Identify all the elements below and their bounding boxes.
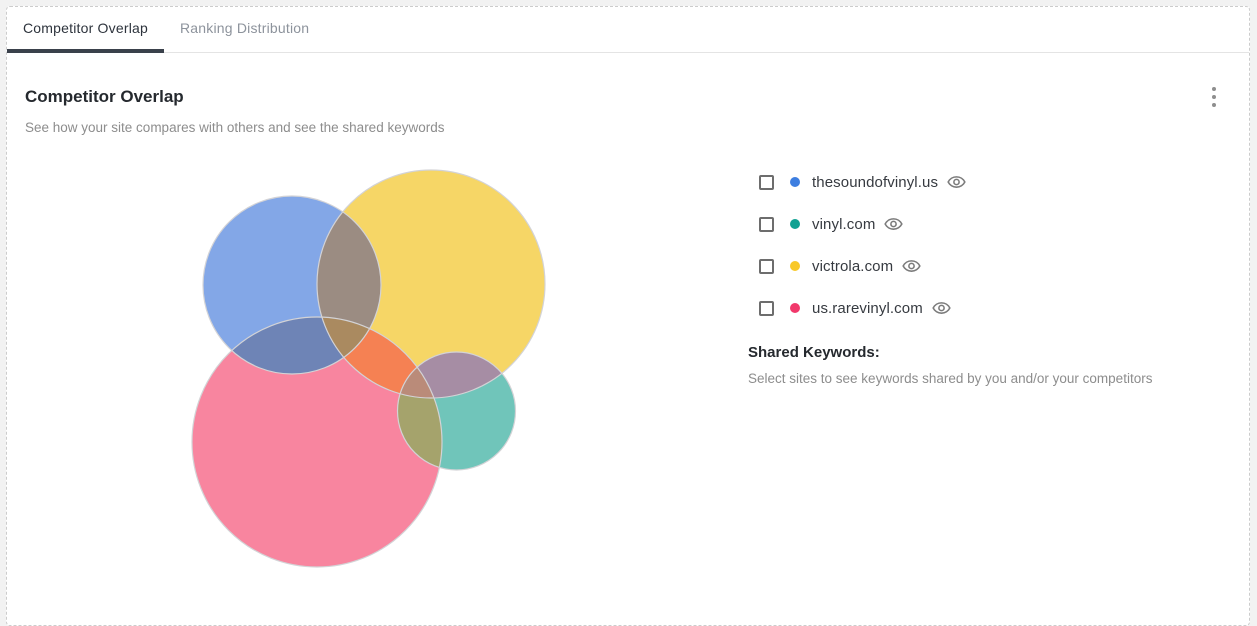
legend-item: victrola.com	[759, 245, 966, 287]
venn-svg	[7, 151, 747, 590]
page-subtitle: See how your site compares with others a…	[25, 120, 444, 136]
venn-diagram	[7, 151, 747, 590]
section-header: Competitor Overlap See how your site com…	[25, 87, 444, 136]
competitor-overlap-card: Competitor Overlap Ranking Distribution …	[6, 6, 1250, 626]
site-label: vinyl.com	[812, 216, 875, 233]
eye-icon[interactable]	[884, 217, 903, 231]
kebab-dot	[1212, 87, 1216, 91]
kebab-dot	[1212, 95, 1216, 99]
site-checkbox[interactable]	[759, 259, 774, 274]
site-label: us.rarevinyl.com	[812, 300, 923, 317]
tab-bar: Competitor Overlap Ranking Distribution	[7, 7, 1249, 53]
kebab-menu-icon[interactable]	[1206, 86, 1222, 108]
tab-label: Ranking Distribution	[180, 20, 309, 36]
site-checkbox[interactable]	[759, 301, 774, 316]
site-label: victrola.com	[812, 258, 893, 275]
site-color-dot	[790, 177, 800, 187]
page: { "tabs": [ { "label": "Competitor Overl…	[0, 0, 1257, 583]
kebab-dot	[1212, 103, 1216, 107]
site-checkbox[interactable]	[759, 175, 774, 190]
tab-label: Competitor Overlap	[23, 20, 148, 36]
eye-icon[interactable]	[947, 175, 966, 189]
competitor-legend: thesoundofvinyl.us vinyl.com victrola.com u…	[759, 161, 966, 329]
eye-icon[interactable]	[902, 259, 921, 273]
site-color-dot	[790, 303, 800, 313]
tab-competitor-overlap[interactable]: Competitor Overlap	[7, 7, 164, 53]
shared-keywords-title: Shared Keywords:	[748, 344, 1218, 362]
site-checkbox[interactable]	[759, 217, 774, 232]
page-title: Competitor Overlap	[25, 87, 444, 107]
legend-item: us.rarevinyl.com	[759, 287, 966, 329]
site-color-dot	[790, 261, 800, 271]
site-label: thesoundofvinyl.us	[812, 174, 938, 191]
shared-keywords-section: Shared Keywords: Select sites to see key…	[748, 344, 1218, 387]
eye-icon[interactable]	[932, 301, 951, 315]
tab-ranking-distribution[interactable]: Ranking Distribution	[164, 7, 325, 53]
shared-keywords-hint: Select sites to see keywords shared by y…	[748, 371, 1218, 387]
legend-item: thesoundofvinyl.us	[759, 161, 966, 203]
legend-item: vinyl.com	[759, 203, 966, 245]
site-color-dot	[790, 219, 800, 229]
